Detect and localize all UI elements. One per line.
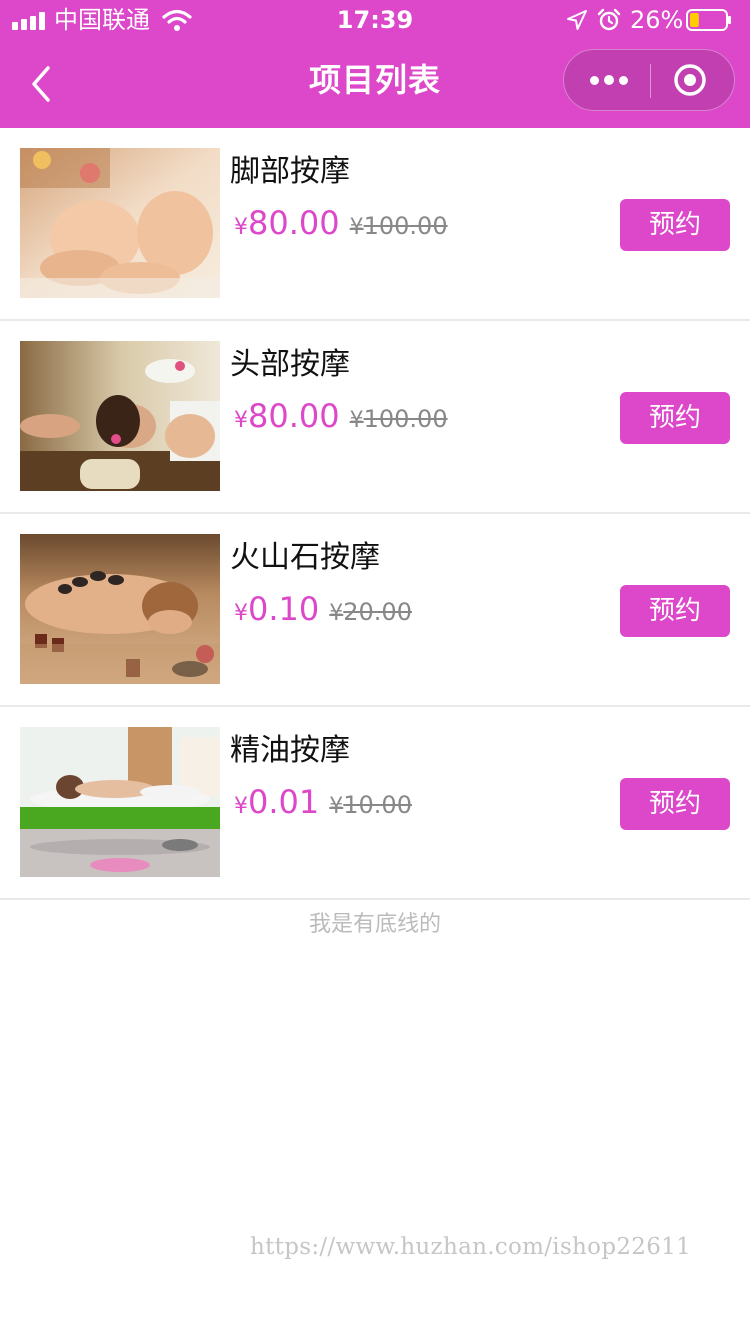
list-item[interactable]: 精油按摩 ¥0.01 ¥10.00 预约 [0,707,750,900]
mini-program-capsule [563,49,735,111]
battery-percent: 26% [630,6,684,34]
item-name: 脚部按摩 [230,154,350,189]
book-button[interactable]: 预约 [620,392,730,444]
original-price: ¥20.00 [329,598,412,626]
nav-bar: 项目列表 [0,40,750,128]
item-name: 头部按摩 [230,347,350,382]
original-price: ¥10.00 [329,791,412,819]
original-price: ¥100.00 [350,212,448,240]
alarm-icon [597,8,621,31]
currency-symbol: ¥ [349,215,364,240]
sale-price: 0.01 [248,783,320,821]
sale-price: 80.00 [248,397,340,435]
price-row: ¥80.00 ¥100.00 [234,204,448,242]
more-dots-icon [619,76,628,85]
currency-symbol: ¥ [349,408,364,433]
original-price-value: 100.00 [363,405,448,433]
more-button[interactable] [564,50,650,110]
list-item[interactable]: 火山石按摩 ¥0.10 ¥20.00 预约 [0,514,750,707]
list-end-text: 我是有底线的 [308,912,441,937]
currency-symbol: ¥ [329,601,344,626]
currency-symbol: ¥ [329,794,344,819]
head-massage-photo [20,341,220,491]
price-row: ¥0.01 ¥10.00 [234,783,412,821]
app-header: 中国联通 17:39 26% 项目列表 [0,0,750,128]
foot-massage-photo [20,148,220,298]
capsule-divider [650,64,651,98]
list-item[interactable]: 脚部按摩 ¥80.00 ¥100.00 预约 [0,128,750,321]
book-button[interactable]: 预约 [620,778,730,830]
location-arrow-icon [567,10,587,30]
book-button[interactable]: 预约 [620,585,730,637]
item-name: 火山石按摩 [230,540,380,575]
status-bar: 中国联通 17:39 26% [0,0,750,40]
sale-price: 80.00 [248,204,340,242]
price-row: ¥0.10 ¥20.00 [234,590,412,628]
service-list: 脚部按摩 ¥80.00 ¥100.00 预约 头部按摩 ¥80.00 ¥100.… [0,128,750,900]
currency-symbol: ¥ [234,601,248,626]
watermark: https://www.huzhan.com/ishop22611 [250,1234,692,1260]
original-price-value: 10.00 [343,791,412,819]
hot-stone-massage-photo [20,534,220,684]
price-row: ¥80.00 ¥100.00 [234,397,448,435]
original-price: ¥100.00 [350,405,448,433]
battery-icon [686,9,731,31]
original-price-value: 100.00 [363,212,448,240]
sale-price: 0.10 [248,590,320,628]
currency-symbol: ¥ [234,408,248,433]
list-item[interactable]: 头部按摩 ¥80.00 ¥100.00 预约 [0,321,750,514]
oil-massage-photo [20,727,220,877]
more-dots-icon [590,76,599,85]
close-miniprogram-button[interactable] [672,62,708,98]
book-button[interactable]: 预约 [620,199,730,251]
currency-symbol: ¥ [234,215,248,240]
original-price-value: 20.00 [343,598,412,626]
currency-symbol: ¥ [234,794,248,819]
more-dots-icon [604,75,614,85]
item-name: 精油按摩 [230,733,350,768]
